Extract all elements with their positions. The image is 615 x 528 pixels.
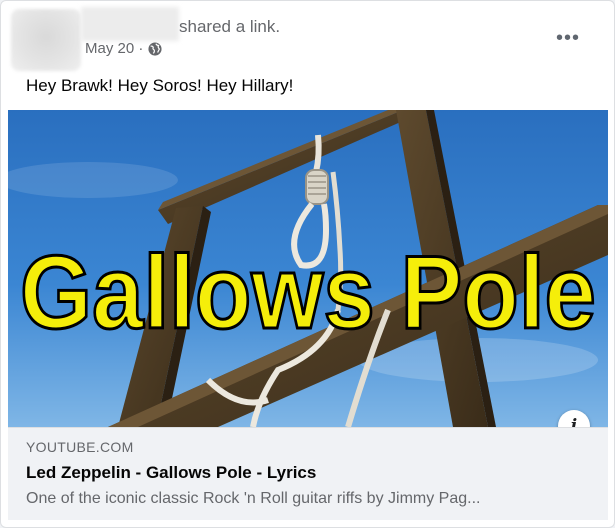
globe-icon[interactable]	[148, 41, 162, 56]
link-preview-image[interactable]: Gallows Pole	[8, 110, 608, 427]
post-date[interactable]: May 20 ·	[85, 40, 143, 57]
shared-link-text: shared a link.	[179, 17, 281, 36]
post-meta: May 20 ·	[85, 40, 162, 57]
avatar[interactable]	[11, 9, 81, 71]
link-info-bar[interactable]: YOUTUBE.COM Led Zeppelin - Gallows Pole …	[8, 427, 608, 520]
link-description: One of the iconic classic Rock 'n Roll g…	[26, 490, 481, 507]
post-card: shared a link. May 20 · ••• Hey Brawk! H…	[0, 0, 615, 528]
preview-headline: Gallows Pole	[20, 235, 596, 351]
link-title[interactable]: Led Zeppelin - Gallows Pole - Lyrics	[26, 463, 316, 483]
more-options-icon[interactable]: •••	[553, 23, 583, 53]
gallows-image: Gallows Pole	[8, 110, 608, 427]
link-domain: YOUTUBE.COM	[26, 439, 134, 455]
author-name-redacted[interactable]	[81, 7, 179, 41]
post-body-text: Hey Brawk! Hey Soros! Hey Hillary!	[26, 76, 294, 95]
